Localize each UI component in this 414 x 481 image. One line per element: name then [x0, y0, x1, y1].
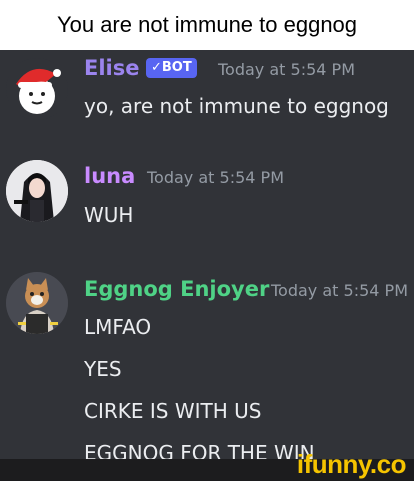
timestamp-eggnog-enjoyer: Today at 5:54 PM: [271, 281, 408, 300]
ifunny-watermark: ifunny.co: [296, 449, 407, 479]
cat-avatar-icon: [6, 272, 68, 334]
message-text: YES: [84, 357, 122, 381]
message-text: LMFAO: [84, 315, 152, 339]
meme-caption: You are not immune to eggnog: [0, 0, 414, 50]
santa-face-icon: [16, 68, 61, 114]
anime-girl-avatar-icon: [6, 160, 68, 222]
author-name-luna[interactable]: luna: [84, 162, 135, 190]
message-text: yo, are not immune to eggnog: [84, 94, 389, 118]
avatar-elise[interactable]: [6, 58, 68, 120]
author-name-eggnog-enjoyer[interactable]: Eggnog Enjoyer: [84, 275, 269, 303]
avatar-eggnog-enjoyer[interactable]: [6, 272, 68, 334]
avatar-luna[interactable]: [6, 160, 68, 222]
author-name-elise[interactable]: Elise: [84, 54, 139, 82]
timestamp-elise: Today at 5:54 PM: [218, 60, 355, 79]
timestamp-luna: Today at 5:54 PM: [147, 168, 284, 187]
message-text: CIRKE IS WITH US: [84, 399, 262, 423]
chat-panel: Elise ✓BOT Today at 5:54 PM yo, are not …: [0, 50, 414, 481]
bot-badge: ✓BOT: [146, 58, 197, 78]
message-text: WUH: [84, 203, 134, 227]
